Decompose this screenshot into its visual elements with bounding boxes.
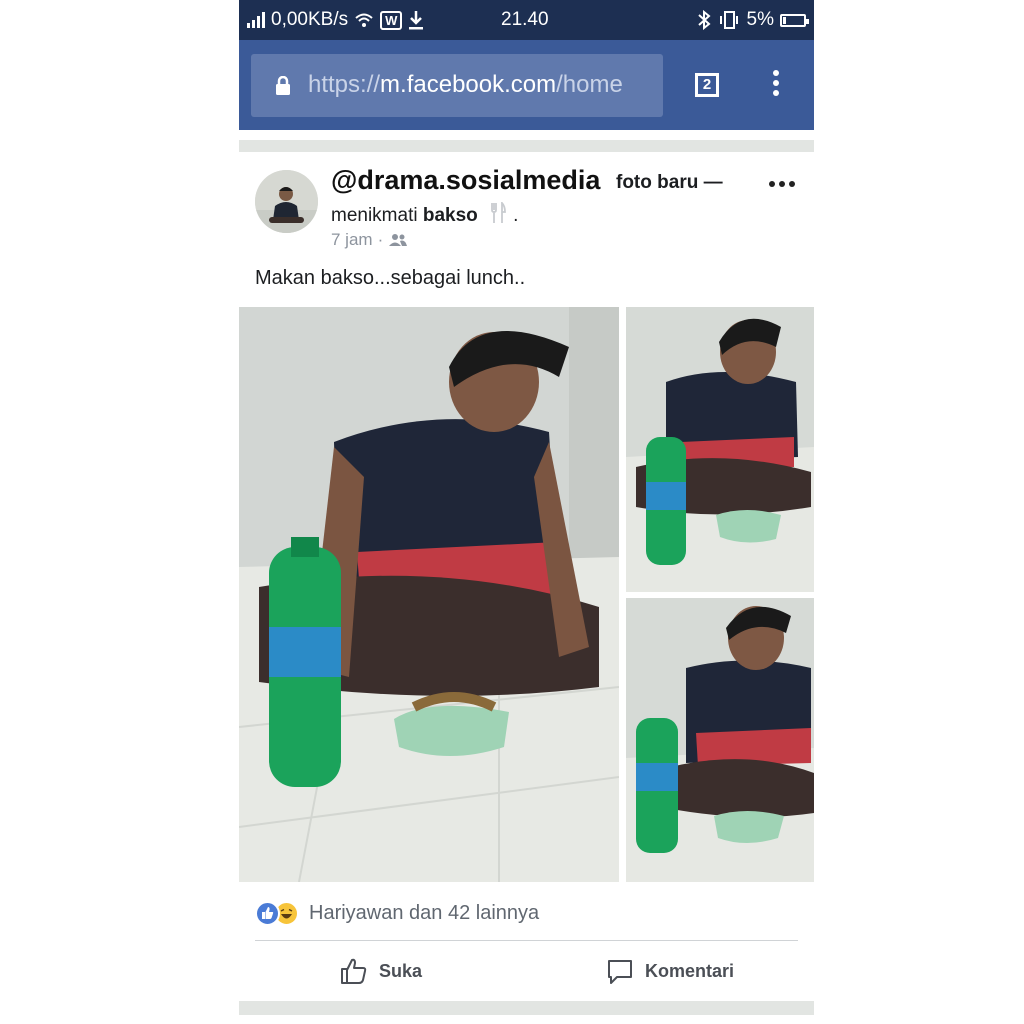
tabs-button[interactable]: 2 bbox=[695, 73, 719, 97]
fork-knife-icon bbox=[491, 202, 506, 223]
photo-2-image bbox=[626, 307, 814, 592]
post-photo-2[interactable] bbox=[626, 307, 814, 592]
feed-divider-bottom bbox=[239, 1001, 814, 1015]
comment-label: Komentari bbox=[645, 960, 735, 981]
url-path: /home bbox=[556, 71, 623, 98]
post-text: Makan bakso...sebagai lunch.. bbox=[255, 267, 526, 289]
reactions-summary[interactable]: Hariyawan dan 42 lainnya bbox=[255, 899, 539, 927]
photo-main-image bbox=[239, 307, 619, 882]
vibrate-icon bbox=[719, 11, 738, 29]
feed-divider-top bbox=[239, 130, 814, 153]
bluetooth-icon bbox=[697, 10, 711, 30]
more-dot-icon bbox=[779, 181, 785, 187]
phone-screen: 0,00KB/s W 21.40 5% https://m.facebook.c… bbox=[239, 0, 814, 1015]
feeling-prefix: menikmati bbox=[331, 205, 418, 226]
signal-icon bbox=[247, 12, 265, 28]
reactions-text: Hariyawan dan 42 lainnya bbox=[309, 901, 540, 924]
menu-dot-icon bbox=[773, 70, 779, 76]
like-label: Suka bbox=[379, 960, 423, 981]
post-action: foto baru — bbox=[616, 172, 723, 193]
like-reaction-icon bbox=[255, 900, 280, 926]
status-time: 21.40 bbox=[501, 9, 549, 30]
feeling-object[interactable]: bakso bbox=[423, 205, 478, 226]
battery-percent: 5% bbox=[746, 9, 774, 30]
url-field[interactable]: https://m.facebook.com/home bbox=[251, 54, 663, 117]
menu-dot-icon bbox=[773, 80, 779, 86]
like-button[interactable]: Suka bbox=[339, 953, 422, 989]
avatar[interactable] bbox=[255, 170, 318, 233]
wifi-icon bbox=[355, 13, 373, 27]
post-photo-3[interactable] bbox=[626, 598, 814, 882]
status-right: 5% bbox=[697, 9, 809, 31]
menu-dot-icon bbox=[773, 90, 779, 96]
notification-app-icon: W bbox=[380, 10, 403, 30]
url-host: m.facebook.com bbox=[380, 71, 557, 98]
photo-3-image bbox=[626, 598, 814, 882]
network-speed: 0,00KB/s bbox=[271, 9, 349, 30]
friends-icon bbox=[389, 234, 408, 246]
thumbs-up-icon bbox=[341, 958, 367, 984]
post-author[interactable]: @drama.sosialmedia bbox=[331, 165, 600, 196]
avatar-image bbox=[255, 170, 318, 233]
post-time[interactable]: 7 jam bbox=[331, 230, 373, 250]
actions-divider bbox=[255, 940, 798, 941]
lock-icon bbox=[276, 76, 290, 95]
browser-menu-button[interactable] bbox=[769, 70, 783, 102]
url-text: https://m.facebook.com/home bbox=[308, 71, 623, 99]
comment-button[interactable]: Komentari bbox=[605, 953, 734, 989]
more-dot-icon bbox=[789, 181, 795, 187]
status-left: 0,00KB/s W bbox=[247, 9, 424, 31]
post-photo-main[interactable] bbox=[239, 307, 619, 882]
url-scheme: https:// bbox=[308, 71, 381, 98]
browser-toolbar: https://m.facebook.com/home 2 bbox=[239, 40, 814, 130]
status-bar: 0,00KB/s W 21.40 5% bbox=[239, 0, 814, 40]
post-meta: 7 jam · bbox=[331, 230, 408, 250]
post-feeling: menikmati bakso . bbox=[331, 202, 518, 227]
download-icon bbox=[409, 11, 424, 30]
feed-post: @drama.sosialmedia foto baru — menikmati… bbox=[239, 153, 814, 1001]
more-dot-icon bbox=[769, 181, 775, 187]
battery-icon bbox=[780, 13, 809, 27]
feeling-suffix: . bbox=[513, 205, 519, 226]
meta-separator: · bbox=[377, 230, 384, 249]
post-options-button[interactable] bbox=[769, 181, 797, 191]
comment-icon bbox=[608, 960, 632, 984]
